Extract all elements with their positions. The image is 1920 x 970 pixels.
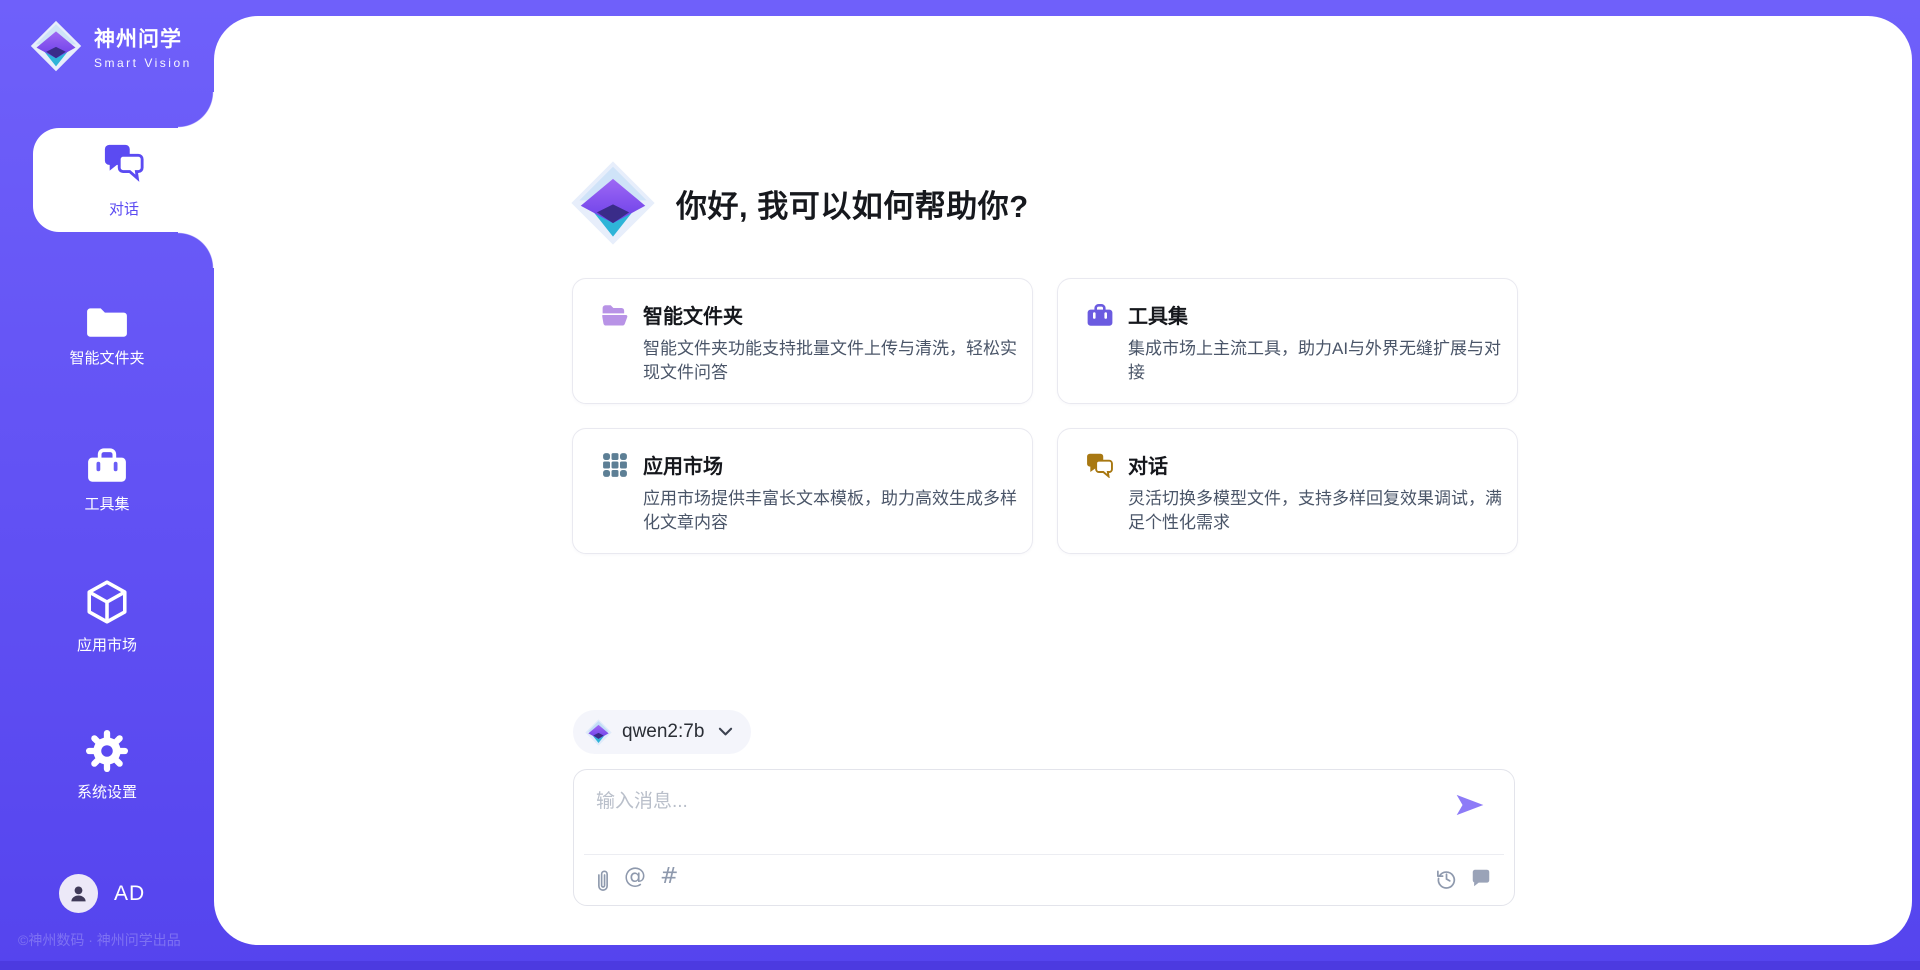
tab-curve-top bbox=[178, 92, 215, 129]
sidebar-item-label: 系统设置 bbox=[0, 781, 214, 802]
greeting-title: 你好, 我可以如何帮助你? bbox=[676, 181, 1029, 226]
person-icon bbox=[68, 883, 89, 904]
card-description: 集成市场上主流工具，助力AI与外界无缝扩展与对接 bbox=[1128, 337, 1502, 385]
message-input[interactable] bbox=[594, 784, 1428, 846]
sidebar-item-market[interactable]: 应用市场 bbox=[0, 579, 214, 655]
card-chat[interactable]: 对话 灵活切换多模型文件，支持多样回复效果调试，满足个性化需求 bbox=[1057, 428, 1518, 554]
model-selector[interactable]: qwen2:7b bbox=[573, 710, 751, 754]
card-description: 智能文件夹功能支持批量文件上传与清洗，轻松实现文件问答 bbox=[643, 337, 1017, 385]
brand-subtitle: Smart Vision bbox=[94, 56, 192, 70]
card-title: 工具集 bbox=[1128, 300, 1188, 329]
assistant-logo-icon bbox=[570, 160, 656, 246]
grid-icon bbox=[601, 452, 629, 478]
feature-cards: 智能文件夹 智能文件夹功能支持批量文件上传与清洗，轻松实现文件问答 工具集 集成… bbox=[572, 278, 1518, 554]
folder-icon bbox=[85, 304, 129, 338]
model-name: qwen2:7b bbox=[622, 721, 704, 743]
sidebar-item-label: 工具集 bbox=[0, 493, 214, 514]
bottom-strip bbox=[0, 961, 1920, 970]
sidebar-item-chat[interactable]: 对话 bbox=[33, 128, 215, 232]
card-smart-folder[interactable]: 智能文件夹 智能文件夹功能支持批量文件上传与清洗，轻松实现文件问答 bbox=[572, 278, 1033, 404]
card-title: 应用市场 bbox=[643, 450, 723, 479]
brand-name: 神州问学 bbox=[94, 23, 192, 53]
sidebar-item-label: 应用市场 bbox=[0, 634, 214, 655]
card-description: 灵活切换多模型文件，支持多样回复效果调试，满足个性化需求 bbox=[1128, 487, 1502, 535]
chat-bubbles-icon bbox=[103, 142, 145, 182]
sidebar-item-folders[interactable]: 智能文件夹 bbox=[0, 292, 214, 368]
message-composer: @ # bbox=[573, 769, 1515, 906]
chat-bubbles-icon bbox=[1086, 452, 1114, 478]
card-toolset[interactable]: 工具集 集成市场上主流工具，助力AI与外界无缝扩展与对接 bbox=[1057, 278, 1518, 404]
briefcase-icon bbox=[86, 448, 128, 484]
sidebar-item-label: 对话 bbox=[109, 198, 139, 219]
hash-icon[interactable]: # bbox=[660, 864, 678, 889]
gear-icon bbox=[86, 730, 128, 772]
sidebar-item-settings[interactable]: 系统设置 bbox=[0, 726, 214, 802]
mention-icon[interactable]: @ bbox=[624, 864, 646, 889]
quick-phrase-icon[interactable] bbox=[1470, 867, 1492, 889]
briefcase-icon bbox=[1086, 302, 1114, 328]
paperclip-icon[interactable] bbox=[592, 867, 614, 894]
card-app-market[interactable]: 应用市场 应用市场提供丰富长文本模板，助力高效生成多样化文章内容 bbox=[572, 428, 1033, 554]
card-description: 应用市场提供丰富长文本模板，助力高效生成多样化文章内容 bbox=[643, 487, 1017, 535]
model-logo-icon bbox=[585, 719, 612, 746]
send-icon[interactable] bbox=[1454, 792, 1486, 818]
chevron-down-icon bbox=[718, 727, 733, 737]
sidebar-user[interactable]: AD bbox=[59, 874, 145, 913]
history-icon[interactable] bbox=[1435, 867, 1458, 890]
composer-divider bbox=[584, 854, 1504, 855]
tab-curve-bottom bbox=[178, 231, 215, 268]
sidebar-item-tools[interactable]: 工具集 bbox=[0, 438, 214, 514]
user-initials: AD bbox=[114, 882, 145, 906]
card-title: 智能文件夹 bbox=[643, 300, 743, 329]
user-avatar[interactable] bbox=[59, 874, 98, 913]
brand-logo: 神州问学 Smart Vision bbox=[30, 20, 192, 72]
cube-icon bbox=[84, 579, 130, 625]
greeting: 你好, 我可以如何帮助你? bbox=[570, 160, 1029, 246]
card-title: 对话 bbox=[1128, 450, 1168, 479]
brand-logo-icon bbox=[30, 20, 82, 72]
sidebar-item-label: 智能文件夹 bbox=[0, 347, 214, 368]
copyright-text: ©神州数码 · 神州问学出品 bbox=[18, 930, 181, 950]
main-panel: 你好, 我可以如何帮助你? 智能文件夹 智能文件夹功能支持批量文件上传与清洗，轻… bbox=[214, 16, 1912, 945]
folder-open-icon bbox=[601, 302, 629, 328]
